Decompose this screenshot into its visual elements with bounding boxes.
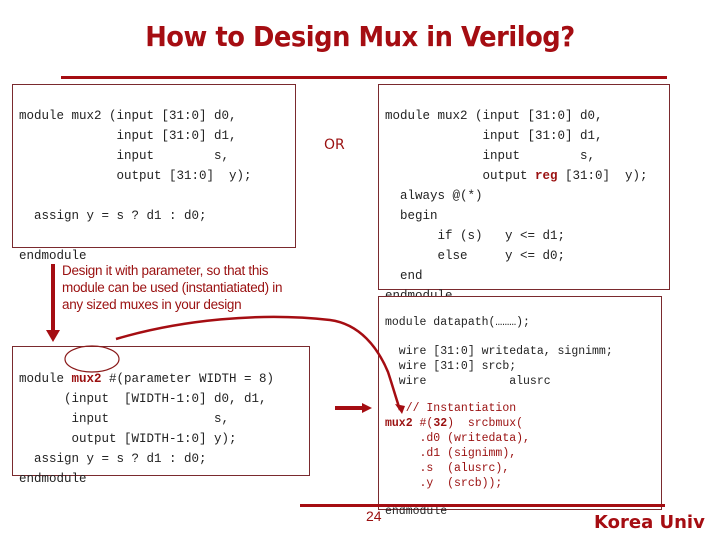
- code-always: module mux2 (input [31:0] d0, input [31:…: [385, 86, 648, 326]
- code-line: endmodule: [19, 472, 87, 486]
- code-line: wire [31:0] writedata, signimm;: [385, 345, 613, 358]
- code-text: ) srcbmux(: [447, 417, 524, 430]
- reg-keyword: reg: [535, 169, 558, 183]
- code-parameterized: module mux2 #(parameter WIDTH = 8) (inpu…: [19, 349, 274, 509]
- code-line: module mux2 #(parameter WIDTH = 8): [19, 369, 274, 389]
- code-line: output reg [31:0] y);: [385, 166, 648, 186]
- code-line: output [WIDTH-1:0] y);: [19, 432, 237, 446]
- code-line: wire [31:0] srcb;: [385, 360, 517, 373]
- footer-rule: [300, 504, 665, 507]
- code-line: mux2 #(32) srcbmux(: [385, 416, 613, 431]
- code-line: .d1 (signimm),: [385, 447, 517, 460]
- brand-label: Korea Univ: [594, 512, 705, 533]
- width-value: 32: [433, 417, 448, 430]
- code-line: input s,: [19, 149, 230, 163]
- code-line: wire alusrc: [385, 375, 551, 388]
- code-text: #(parameter WIDTH = 8): [101, 372, 275, 386]
- parameter-note: Design it with parameter, so that this m…: [62, 263, 283, 312]
- code-line: (input [WIDTH-1:0] d0, d1,: [19, 392, 267, 406]
- code-line: .d0 (writedata),: [385, 432, 530, 445]
- code-line: input [31:0] d1,: [385, 129, 603, 143]
- code-line: end: [385, 269, 423, 283]
- code-line: output [31:0] y);: [19, 169, 252, 183]
- code-line: begin: [385, 209, 438, 223]
- right-arrow-icon: [335, 403, 372, 413]
- code-line: assign y = s ? d1 : d0;: [19, 452, 207, 466]
- code-text: #(: [412, 417, 434, 430]
- page-number: 24: [366, 508, 382, 524]
- code-line: .y (srcb));: [385, 477, 503, 490]
- code-line: input s,: [19, 412, 230, 426]
- code-datapath: module datapath(………); wire [31:0] writed…: [385, 300, 613, 534]
- code-line: if (s) y <= d1;: [385, 229, 566, 243]
- code-line: module datapath(………);: [385, 316, 530, 329]
- code-line: .s (alusrc),: [385, 462, 510, 475]
- code-line: assign y = s ? d1 : d0;: [19, 209, 207, 223]
- code-assign: module mux2 (input [31:0] d0, input [31:…: [19, 86, 252, 286]
- title-underline: [61, 76, 667, 79]
- code-comment: // Instantiation: [385, 402, 517, 415]
- slide-title: How to Design Mux in Verilog?: [145, 20, 575, 53]
- code-text: [31:0] y);: [557, 169, 648, 183]
- mux2-highlight: mux2: [71, 372, 102, 386]
- code-line: input s,: [385, 149, 596, 163]
- code-line: input [31:0] d1,: [19, 129, 237, 143]
- mux2-instance: mux2: [385, 417, 413, 430]
- code-line: module mux2 (input [31:0] d0,: [19, 109, 237, 123]
- code-text: output: [385, 169, 536, 183]
- code-text: module: [19, 372, 72, 386]
- code-line: module mux2 (input [31:0] d0,: [385, 109, 603, 123]
- or-label: OR: [324, 137, 345, 153]
- code-line: else y <= d0;: [385, 249, 566, 263]
- code-line: always @(*): [385, 189, 483, 203]
